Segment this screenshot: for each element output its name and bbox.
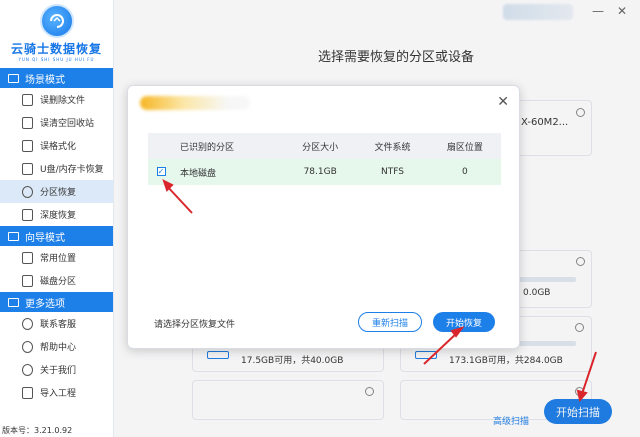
sidebar: 云骑士数据恢复 YUN QI SHI SHU JU HUI FU 场景模式 误删… xyxy=(0,0,114,437)
section-wizard-mode[interactable]: 向导模式 xyxy=(0,226,113,246)
sidebar-item-label: 误删除文件 xyxy=(40,96,86,106)
sidebar-item-import-project[interactable]: 导入工程 xyxy=(0,381,113,404)
partition-table: 已识别的分区 分区大小 文件系统 扇区位置 ✓ 本地磁盘 78.1GB NTFS… xyxy=(148,133,501,185)
help-icon xyxy=(22,340,33,353)
import-icon xyxy=(22,386,33,399)
start-recovery-button[interactable]: 开始恢复 xyxy=(433,312,495,332)
sidebar-item-label: 帮助中心 xyxy=(40,343,77,353)
dialog-hint: 请选择分区恢复文件 xyxy=(154,320,236,330)
table-header: 文件系统 xyxy=(356,133,429,159)
version-label: 版本号：3.21.0.92 xyxy=(2,425,73,435)
section-title: 向导模式 xyxy=(25,232,65,244)
wizard-mode-icon xyxy=(8,231,19,241)
deep-scan-icon xyxy=(22,208,33,221)
sidebar-item-label: 磁盘分区 xyxy=(40,277,77,287)
usb-icon xyxy=(22,162,33,175)
sidebar-item-usb-card[interactable]: U盘/内存卡恢复 xyxy=(0,157,113,180)
partition-name: 本地磁盘 xyxy=(174,159,284,185)
section-title: 更多选项 xyxy=(25,298,65,310)
logo-subtext: YUN QI SHI SHU JU HUI FU xyxy=(18,57,95,62)
sidebar-item-label: 关于我们 xyxy=(40,366,77,376)
blurred-dialog-title xyxy=(140,96,250,110)
section-more-options[interactable]: 更多选项 xyxy=(0,292,113,312)
sidebar-item-deleted-files[interactable]: 误删除文件 xyxy=(0,88,113,111)
sidebar-item-partition-recovery[interactable]: 分区恢复 xyxy=(0,180,113,203)
partition-recovery-dialog: ✕ 已识别的分区 分区大小 文件系统 扇区位置 ✓ 本地磁盘 78.1GB NT… xyxy=(127,85,520,349)
section-title: 场景模式 xyxy=(25,74,65,86)
sidebar-item-label: 深度恢复 xyxy=(40,211,77,221)
sidebar-item-label: 常用位置 xyxy=(40,254,77,264)
partition-sector: 0 xyxy=(428,159,501,185)
info-icon xyxy=(22,363,33,376)
table-header: 分区大小 xyxy=(284,133,357,159)
logo-icon xyxy=(39,4,74,38)
sidebar-item-disk-partition[interactable]: 磁盘分区 xyxy=(0,269,113,292)
table-header: 扇区位置 xyxy=(428,133,501,159)
row-checkbox-cell[interactable]: ✓ xyxy=(148,159,174,185)
sidebar-item-label: 分区恢复 xyxy=(40,188,77,198)
sidebar-item-recycle-bin[interactable]: 误清空回收站 xyxy=(0,111,113,134)
table-header-row: 已识别的分区 分区大小 文件系统 扇区位置 xyxy=(148,133,501,159)
sidebar-item-label: 联系客服 xyxy=(40,320,77,330)
row-checkbox[interactable]: ✓ xyxy=(156,167,166,176)
rescan-button[interactable]: 重新扫描 xyxy=(358,312,422,332)
sidebar-item-format[interactable]: 误格式化 xyxy=(0,134,113,157)
sidebar-item-deep-recovery[interactable]: 深度恢复 xyxy=(0,203,113,226)
headset-icon xyxy=(22,317,33,330)
dialog-close-button[interactable]: ✕ xyxy=(497,94,509,110)
scene-mode-icon xyxy=(8,73,19,83)
sidebar-item-label: 误格式化 xyxy=(40,142,77,152)
sidebar-item-label: 误清空回收站 xyxy=(40,119,95,129)
sidebar-item-about-us[interactable]: 关于我们 xyxy=(0,358,113,381)
sidebar-item-label: U盘/内存卡恢复 xyxy=(40,165,104,175)
section-scene-mode[interactable]: 场景模式 xyxy=(0,68,113,88)
partition-filesystem: NTFS xyxy=(356,159,429,185)
format-icon xyxy=(22,139,33,152)
folder-icon xyxy=(22,251,33,264)
partition-size: 78.1GB xyxy=(284,159,357,185)
logo: 云骑士数据恢复 YUN QI SHI SHU JU HUI FU xyxy=(0,0,113,68)
partition-icon xyxy=(22,185,33,198)
table-header-check xyxy=(148,133,174,159)
more-options-icon xyxy=(8,297,19,307)
sidebar-item-contact-support[interactable]: 联系客服 xyxy=(0,312,113,335)
table-row[interactable]: ✓ 本地磁盘 78.1GB NTFS 0 xyxy=(148,159,501,185)
logo-text: 云骑士数据恢复 xyxy=(10,42,102,56)
recycle-bin-icon xyxy=(22,116,33,129)
sidebar-item-help-center[interactable]: 帮助中心 xyxy=(0,335,113,358)
trash-file-icon xyxy=(22,93,33,106)
sidebar-item-label: 导入工程 xyxy=(40,389,77,399)
sidebar-item-common-locations[interactable]: 常用位置 xyxy=(0,246,113,269)
disk-icon xyxy=(22,274,33,287)
table-header: 已识别的分区 xyxy=(174,133,284,159)
